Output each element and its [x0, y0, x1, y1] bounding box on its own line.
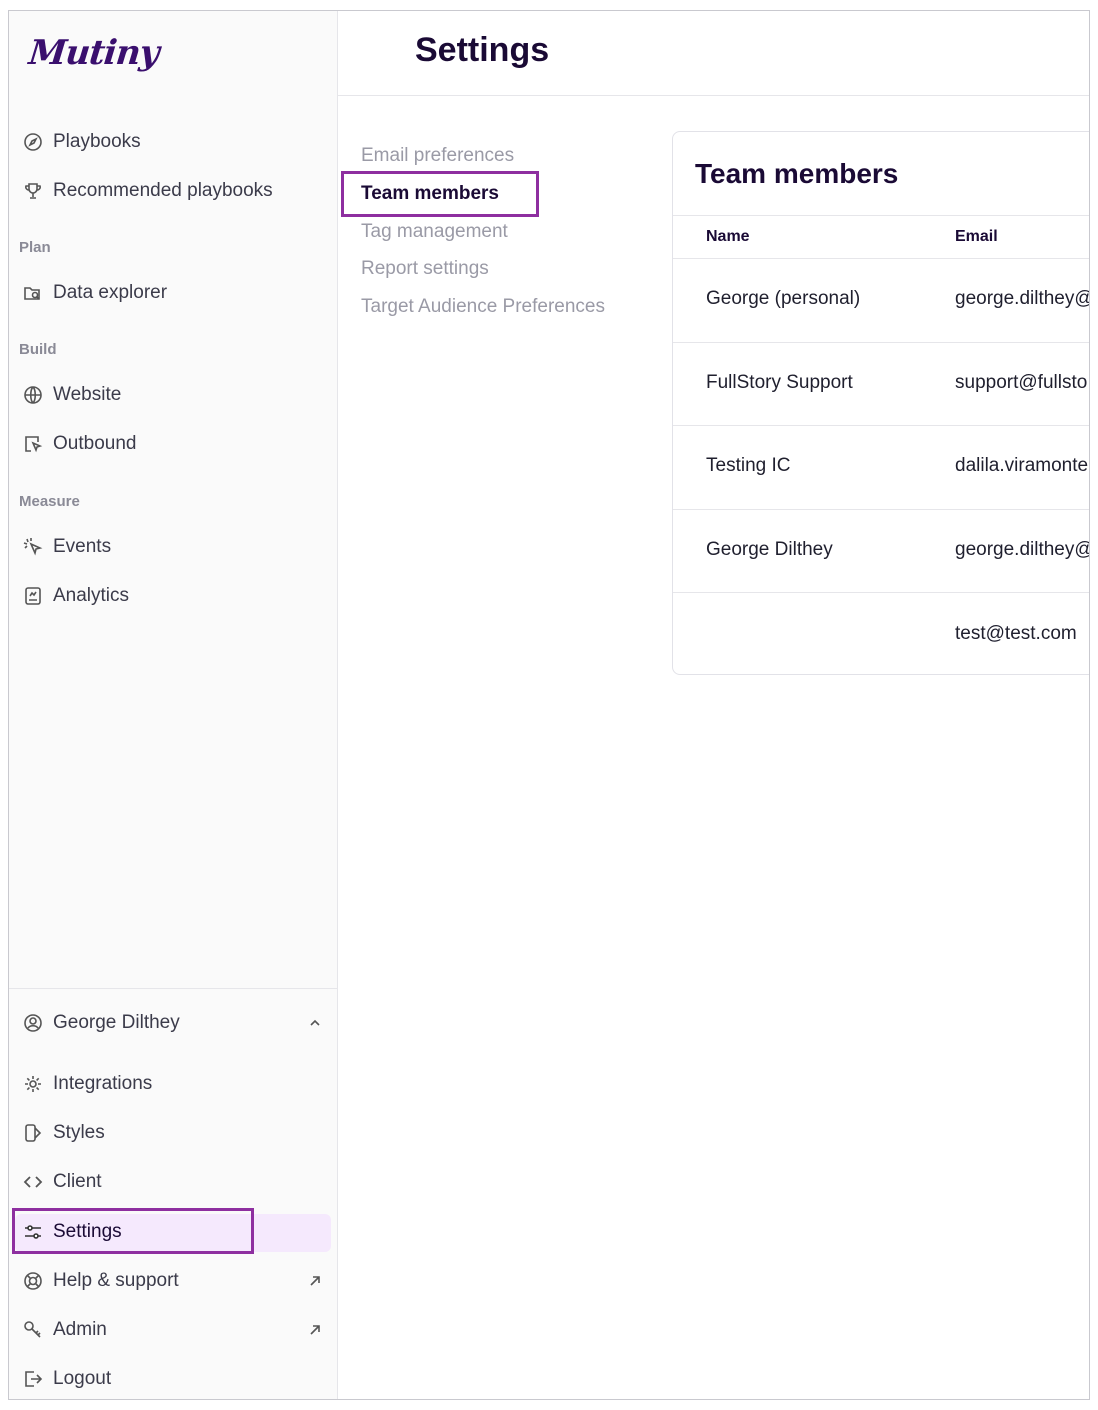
user-menu[interactable]: George Dilthey — [21, 1004, 331, 1042]
member-email: support@fullsto — [955, 372, 1088, 393]
member-name: George Dilthey — [706, 539, 833, 560]
sidebar-item-styles[interactable]: Styles — [21, 1114, 331, 1152]
globe-icon — [23, 385, 43, 405]
header-divider — [673, 258, 1089, 259]
analytics-icon — [23, 586, 43, 606]
sidebar-item-label: Analytics — [53, 585, 130, 606]
sidebar-item-label: Help & support — [53, 1270, 179, 1291]
member-name: FullStory Support — [706, 372, 853, 393]
member-email: dalila.viramonte — [955, 455, 1089, 476]
member-email: george.dilthey@ — [955, 539, 1090, 560]
sidebar-item-label: Client — [53, 1171, 102, 1192]
member-email: test@test.com — [955, 623, 1077, 644]
sidebar-item-label: Website — [53, 384, 122, 405]
styles-icon — [23, 1123, 43, 1143]
sidebar-item-outbound[interactable]: Outbound — [21, 425, 331, 463]
sidebar-item-label: Integrations — [53, 1073, 153, 1094]
sidebar-item-label: Playbooks — [53, 131, 141, 152]
sidebar-item-label: Logout — [53, 1368, 112, 1389]
row-divider — [673, 592, 1089, 593]
sidebar-item-client[interactable]: Client — [21, 1163, 331, 1201]
app-window: Mutiny Playbooks Recommended playbooks P… — [8, 10, 1090, 1400]
sidebar-item-label: Recommended playbooks — [53, 180, 273, 201]
row-divider — [673, 509, 1089, 510]
sidebar-item-events[interactable]: Events — [21, 528, 331, 566]
settings-nav-target-audience-preferences[interactable]: Target Audience Preferences — [361, 296, 605, 318]
column-header-email: Email — [955, 228, 998, 245]
sidebar: Mutiny Playbooks Recommended playbooks P… — [9, 11, 338, 1399]
member-email: george.dilthey@ — [955, 288, 1090, 309]
cursor-click-icon — [23, 537, 43, 557]
outbound-icon — [23, 434, 43, 454]
trophy-icon — [23, 181, 43, 201]
sidebar-item-integrations[interactable]: Integrations — [21, 1065, 331, 1103]
settings-nav-tag-management[interactable]: Tag management — [361, 221, 508, 243]
sidebar-item-playbooks[interactable]: Playbooks — [21, 123, 331, 161]
team-members-card: Team members Name Email George (personal… — [672, 131, 1090, 675]
section-label-build: Build — [19, 341, 57, 358]
sidebar-item-analytics[interactable]: Analytics — [21, 577, 331, 615]
member-name: Testing IC — [706, 455, 791, 476]
sidebar-item-label: Styles — [53, 1122, 105, 1143]
settings-nav-email-preferences[interactable]: Email preferences — [361, 145, 514, 167]
sidebar-item-logout[interactable]: Logout — [21, 1360, 331, 1398]
sidebar-item-website[interactable]: Website — [21, 376, 331, 414]
user-name: George Dilthey — [53, 1012, 180, 1033]
card-title: Team members — [695, 158, 899, 189]
external-link-icon — [307, 1273, 323, 1289]
mutiny-logo[interactable]: Mutiny — [27, 33, 161, 73]
sidebar-item-label: Outbound — [53, 433, 137, 454]
section-label-plan: Plan — [19, 239, 51, 256]
sidebar-item-help-support[interactable]: Help & support — [21, 1262, 331, 1300]
external-link-icon — [307, 1322, 323, 1338]
section-label-measure: Measure — [19, 493, 80, 510]
card-divider — [673, 215, 1089, 216]
sidebar-item-admin[interactable]: Admin — [21, 1311, 331, 1349]
chevron-up-icon[interactable] — [307, 1015, 323, 1031]
logout-icon — [23, 1369, 43, 1389]
folder-search-icon — [23, 283, 43, 303]
row-divider — [673, 342, 1089, 343]
compass-icon — [23, 132, 43, 152]
sidebar-item-label: Events — [53, 536, 112, 557]
member-name: George (personal) — [706, 288, 861, 309]
sidebar-item-label: Admin — [53, 1319, 107, 1340]
sidebar-item-label: Data explorer — [53, 282, 168, 303]
row-divider — [673, 425, 1089, 426]
user-circle-icon — [23, 1013, 43, 1033]
page-title: Settings — [415, 31, 550, 69]
page-header: Settings — [338, 11, 1089, 96]
sidebar-item-data-explorer[interactable]: Data explorer — [21, 274, 331, 312]
settings-nav-report-settings[interactable]: Report settings — [361, 258, 489, 280]
key-icon — [23, 1320, 43, 1340]
settings-highlight-box — [12, 1208, 254, 1254]
sidebar-item-recommended-playbooks[interactable]: Recommended playbooks — [21, 172, 331, 210]
team-members-highlight-box — [341, 171, 539, 217]
code-icon — [23, 1172, 43, 1192]
column-header-name: Name — [706, 228, 750, 245]
lifebuoy-icon — [23, 1271, 43, 1291]
sidebar-divider — [9, 988, 337, 989]
gear-icon — [23, 1074, 43, 1094]
